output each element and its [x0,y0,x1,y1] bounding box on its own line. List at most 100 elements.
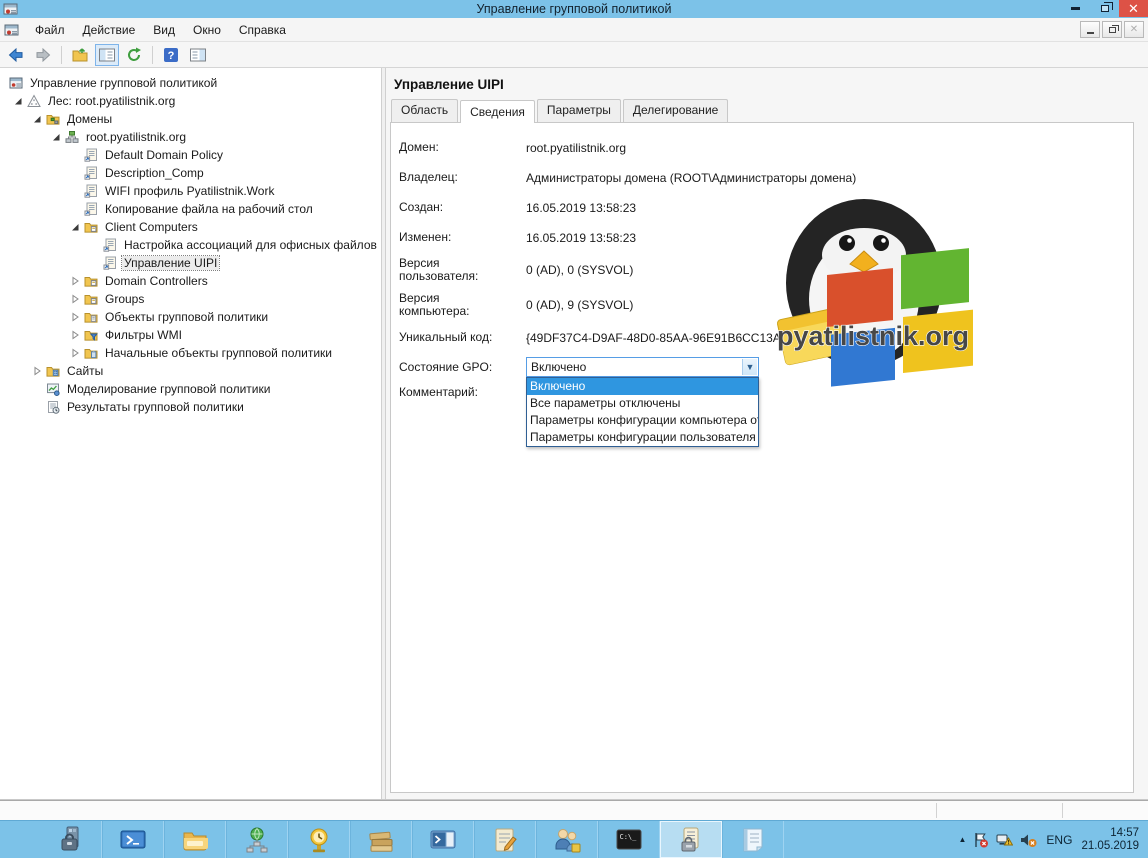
taskbar-ad-users-button[interactable] [536,821,598,858]
field-value: root.pyatilistnik.org [526,141,626,155]
expander-spacer [86,238,102,252]
menu-действие[interactable]: Действие [74,20,145,40]
tab-параметры[interactable]: Параметры [537,99,621,122]
tree-item-управление-групповой-политикой[interactable]: Управление групповой политикой [0,74,381,92]
tree-item-копирование-файла-на-рабочий-стол[interactable]: Копирование файла на рабочий стол [0,200,381,218]
menu-items: ФайлДействиеВидОкноСправка [26,20,295,40]
tree-item-client-computers[interactable]: Client Computers [0,218,381,236]
gpo-state-option-0[interactable]: Включено [527,378,758,395]
collapse-expander-icon[interactable] [10,94,26,108]
gpo-state-option-3[interactable]: Параметры конфигурации пользователя откл… [527,429,758,446]
window-title: Управление групповой политикой [0,2,1148,16]
taskbar-server-manager-button[interactable] [40,821,102,858]
gpo-state-option-1[interactable]: Все параметры отключены [527,395,758,412]
show-console-tree-icon[interactable] [95,44,119,66]
refresh-icon[interactable] [122,44,146,66]
tab-область[interactable]: Область [391,99,458,122]
close-button[interactable]: ✕ [1119,0,1148,17]
taskbar-powershell-button[interactable] [102,821,164,858]
taskbar-cmd-button[interactable]: C:\_ [598,821,660,858]
back-icon[interactable] [4,44,28,66]
tree-item-начальные-объекты-групповой-политики[interactable]: Начальные объекты групповой политики [0,344,381,362]
tree-item-фильтры-wmi[interactable]: Фильтры WMI [0,326,381,344]
comment-row: Комментарий: [399,386,1123,399]
expand-expander-icon[interactable] [67,310,83,324]
menu-файл[interactable]: Файл [26,20,74,40]
forward-icon[interactable] [31,44,55,66]
expand-expander-icon[interactable] [67,346,83,360]
tray-chevron-icon[interactable]: ▲ [959,835,967,844]
child-restore-button[interactable] [1102,21,1122,38]
tree-item-label: Домены [65,112,114,126]
taskbar-edit-pad-button[interactable] [474,821,536,858]
expand-expander-icon[interactable] [67,328,83,342]
tree-item-wifi-профиль-pyatilistnik-work[interactable]: WIFI профиль Pyatilistnik.Work [0,182,381,200]
taskbar-books-button[interactable] [350,821,412,858]
tree-item-default-domain-policy[interactable]: Default Domain Policy [0,146,381,164]
tree-item-сайты[interactable]: Сайты [0,362,381,380]
tree-item-label: Управление UIPI [122,256,219,270]
export-list-icon[interactable] [68,44,92,66]
field-value: 16.05.2019 13:58:23 [526,231,636,245]
tree-item-объекты-групповой-политики[interactable]: Объекты групповой политики [0,308,381,326]
help-icon[interactable]: ? [159,44,183,66]
tree-item-управление-uipi[interactable]: Управление UIPI [0,254,381,272]
gpo-state-combo-wrap: Включено ▼ ВключеноВсе параметры отключе… [526,357,759,377]
chevron-down-icon[interactable]: ▼ [742,359,757,375]
tree-item-root-pyatilistnik-org[interactable]: root.pyatilistnik.org [0,128,381,146]
collapse-expander-icon[interactable] [48,130,64,144]
tree-item-настройка-ассоциаций-для-офисных-файлов[interactable]: Настройка ассоциаций для офисных файлов [0,236,381,254]
volume-muted-icon[interactable] [1020,832,1037,848]
tree-item-лес-root-pyatilistnik-org[interactable]: Лес: root.pyatilistnik.org [0,92,381,110]
tree-item-domain-controllers[interactable]: Domain Controllers [0,272,381,290]
taskbar-task-clock-button[interactable] [288,821,350,858]
tree-item-домены[interactable]: Домены [0,110,381,128]
taskbar: C:\_ ▲ ENG 14:57 21.05.2019 [0,820,1148,858]
gpo-state-combobox[interactable]: Включено ▼ [526,357,759,377]
restore-button[interactable] [1090,0,1119,17]
tree-item-description-comp[interactable]: Description_Comp [0,164,381,182]
expand-expander-icon[interactable] [67,292,83,306]
console-tree: Управление групповой политикойЛес: root.… [0,68,381,799]
child-minimize-button[interactable] [1080,21,1100,38]
tree-item-результаты-групповой-политики[interactable]: Результаты групповой политики [0,398,381,416]
child-window-controls: ✕ [1080,21,1144,38]
tree-item-label: Сайты [65,364,105,378]
collapse-expander-icon[interactable] [29,112,45,126]
taskbar-clock[interactable]: 14:57 21.05.2019 [1081,827,1139,853]
tab-делегирование[interactable]: Делегирование [623,99,728,122]
menu-вид[interactable]: Вид [144,20,184,40]
statusbar-divider [936,803,937,818]
tree-item-groups[interactable]: Groups [0,290,381,308]
tree-item-label: WIFI профиль Pyatilistnik.Work [103,184,276,198]
menu-окно[interactable]: Окно [184,20,230,40]
field-row-4: Версия пользователя:0 (AD), 0 (SYSVOL) [399,257,1123,283]
gpo-icon [83,166,99,180]
tab-сведения[interactable]: Сведения [460,100,535,123]
clock-date: 21.05.2019 [1081,840,1139,853]
language-indicator[interactable]: ENG [1046,833,1072,847]
taskbar-file-explorer-button[interactable] [164,821,226,858]
expand-expander-icon[interactable] [67,274,83,288]
child-close-button[interactable]: ✕ [1124,21,1144,38]
statusbar [0,800,1148,820]
network-status-icon[interactable] [996,832,1013,848]
show-action-pane-icon[interactable] [186,44,210,66]
taskbar-ad-sites-button[interactable] [226,821,288,858]
menu-справка[interactable]: Справка [230,20,295,40]
taskbar-notepad-button[interactable] [722,821,784,858]
desktop: Управление групповой политикой ✕ ФайлДей… [0,0,1148,858]
tree-item-моделирование-групповой-политики[interactable]: Моделирование групповой политики [0,380,381,398]
gpo-state-option-2[interactable]: Параметры конфигурации компьютера отключ… [527,412,758,429]
gpo-folder-icon [83,310,99,324]
collapse-expander-icon[interactable] [67,220,83,234]
expand-expander-icon[interactable] [29,364,45,378]
action-center-flag-icon[interactable] [973,832,989,848]
gpmc-icon [677,826,705,854]
taskbar-gpmc-button[interactable] [660,821,722,858]
minimize-button[interactable] [1061,0,1090,17]
taskbar-powershell-ise-button[interactable] [412,821,474,858]
field-value: 16.05.2019 13:58:23 [526,201,636,215]
titlebar[interactable]: Управление групповой политикой ✕ [0,0,1148,18]
details-tab-page: Домен:root.pyatilistnik.orgВладелец:Адми… [390,122,1134,793]
